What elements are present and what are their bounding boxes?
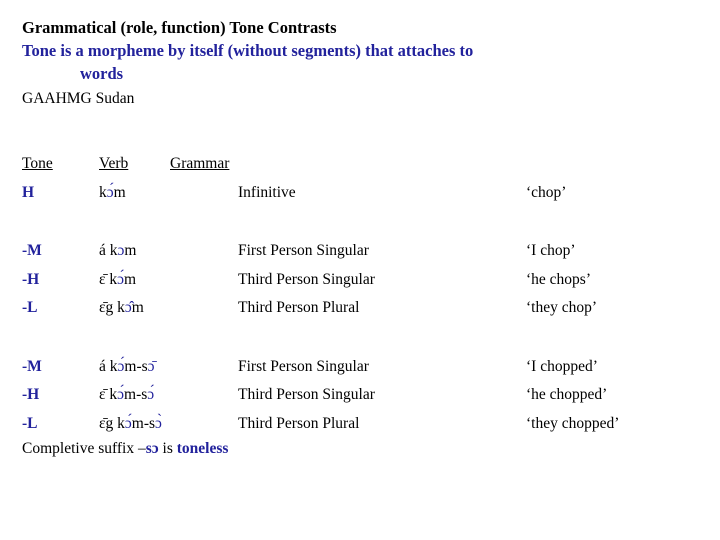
heading-block: Grammatical (role, function) Tone Contra… (22, 17, 692, 111)
cell-tone: -H (22, 386, 40, 403)
footer-note-text-start: Completive suffix – (22, 440, 146, 457)
verb-stem: k (109, 270, 118, 288)
cell-gloss: ‘they chopped’ (526, 414, 620, 432)
verb-suffix-vowel: ɔ̄ (147, 357, 155, 375)
verb-prefix: ɛ̄ (99, 386, 110, 403)
cell-verb: ɛ̄g kɔ̂m (99, 294, 144, 323)
verb-stem: k (109, 357, 118, 375)
table-row: -M á kɔm First Person Singular ‘I chop’ (0, 237, 720, 266)
footer-note-emphasis: toneless (176, 440, 229, 457)
verb-stem: k (99, 183, 107, 201)
page-subtitle-continuation: words (80, 64, 124, 83)
verb-prefix: ɛ̄g (99, 414, 118, 432)
footer-note-suffix: sɔ (145, 440, 159, 457)
cell-grammar: First Person Singular (238, 357, 369, 375)
verb-prefix: ɛ̄ (99, 270, 110, 288)
cell-gloss: ‘he chopped’ (526, 386, 608, 403)
cell-gloss: ‘I chopped’ (526, 357, 598, 375)
cell-verb: ɛ̄ kɔ́m (99, 266, 136, 295)
verb-prefix: á (99, 242, 110, 259)
table-row: -L ɛ̄g kɔ̂m Third Person Plural ‘they ch… (0, 294, 720, 323)
table-row: -H ɛ̄ kɔ́m-sɔ́ Third Person Singular ‘he… (0, 381, 720, 410)
cell-grammar: Third Person Singular (238, 386, 375, 403)
table-header-row: Tone Verb Grammar (0, 150, 720, 179)
column-header-verb: Verb (99, 155, 129, 172)
verb-tail: m (113, 183, 126, 201)
cell-verb: ɛ̄ kɔ́m-sɔ́ (99, 381, 154, 410)
verb-stem: k (117, 299, 125, 316)
cell-grammar: Infinitive (238, 183, 296, 201)
table-row: -L ɛ̄g kɔ́m-sɔ̀ Third Person Plural ‘the… (0, 410, 720, 439)
page-title: Grammatical (role, function) Tone Contra… (22, 18, 337, 37)
verb-vowel: ɔ̂ (124, 299, 132, 316)
verb-vowel: ɔ́ (117, 386, 125, 403)
slide-canvas: Grammatical (role, function) Tone Contra… (0, 0, 720, 540)
verb-suffix-vowel: ɔ́ (147, 386, 155, 403)
verb-vowel: ɔ́ (106, 183, 114, 201)
verb-prefix: á (99, 357, 110, 375)
verb-tail: m-s (124, 386, 148, 403)
cell-grammar: Third Person Plural (238, 414, 360, 432)
verb-prefix: ɛ̄g (99, 299, 118, 316)
cell-tone: -M (22, 242, 42, 259)
verb-stem: k (117, 414, 125, 432)
cell-gloss: ‘he chops’ (526, 270, 591, 288)
verb-stem: k (109, 242, 118, 259)
cell-tone: -M (22, 357, 42, 375)
cell-grammar: First Person Singular (238, 242, 369, 259)
cell-tone: -H (22, 270, 40, 288)
source-label: GAAHMG Sudan (22, 90, 135, 107)
footer-note: Completive suffix –sɔ is toneless (22, 437, 228, 461)
verb-tail: m (124, 242, 137, 259)
verb-tail: m (124, 270, 137, 288)
verb-vowel: ɔ́ (117, 270, 125, 288)
verb-stem: k (109, 386, 118, 403)
table-row: -M á kɔ́m-sɔ̄ First Person Singular ‘I … (0, 353, 720, 382)
cell-verb: á kɔ́m-sɔ̄ (99, 353, 155, 382)
cell-gloss: ‘chop’ (526, 183, 567, 201)
cell-tone: H (22, 183, 35, 201)
cell-grammar: Third Person Singular (238, 270, 375, 288)
cell-grammar: Third Person Plural (238, 299, 360, 316)
cell-verb: kɔ́m (99, 179, 126, 208)
tone-contrast-table: Tone Verb Grammar H kɔ́m Infinitive ‘cho… (0, 150, 720, 438)
verb-vowel: ɔ́ (124, 414, 132, 432)
page-subtitle: Tone is a morpheme by itself (without se… (22, 39, 692, 85)
cell-verb: ɛ̄g kɔ́m-sɔ̀ (99, 410, 162, 439)
verb-tail: m (131, 299, 144, 316)
cell-verb: á kɔm (99, 237, 136, 266)
footer-note-text-mid: is (158, 440, 177, 457)
cell-gloss: ‘they chop’ (526, 299, 598, 316)
verb-tail: m-s (131, 414, 156, 432)
table-row: -H ɛ̄ kɔ́m Third Person Singular ‘he cho… (0, 266, 720, 295)
verb-tail: m-s (124, 357, 148, 375)
page-subtitle-text: Tone is a morpheme by itself (without se… (22, 41, 474, 60)
cell-tone: -L (22, 299, 38, 316)
column-header-tone: Tone (22, 155, 53, 172)
verb-suffix-vowel: ɔ̀ (155, 414, 162, 432)
cell-gloss: ‘I chop’ (526, 242, 576, 259)
column-header-grammar: Grammar (170, 155, 230, 172)
table-row: H kɔ́m Infinitive ‘chop’ (0, 179, 720, 208)
cell-tone: -L (22, 414, 38, 432)
